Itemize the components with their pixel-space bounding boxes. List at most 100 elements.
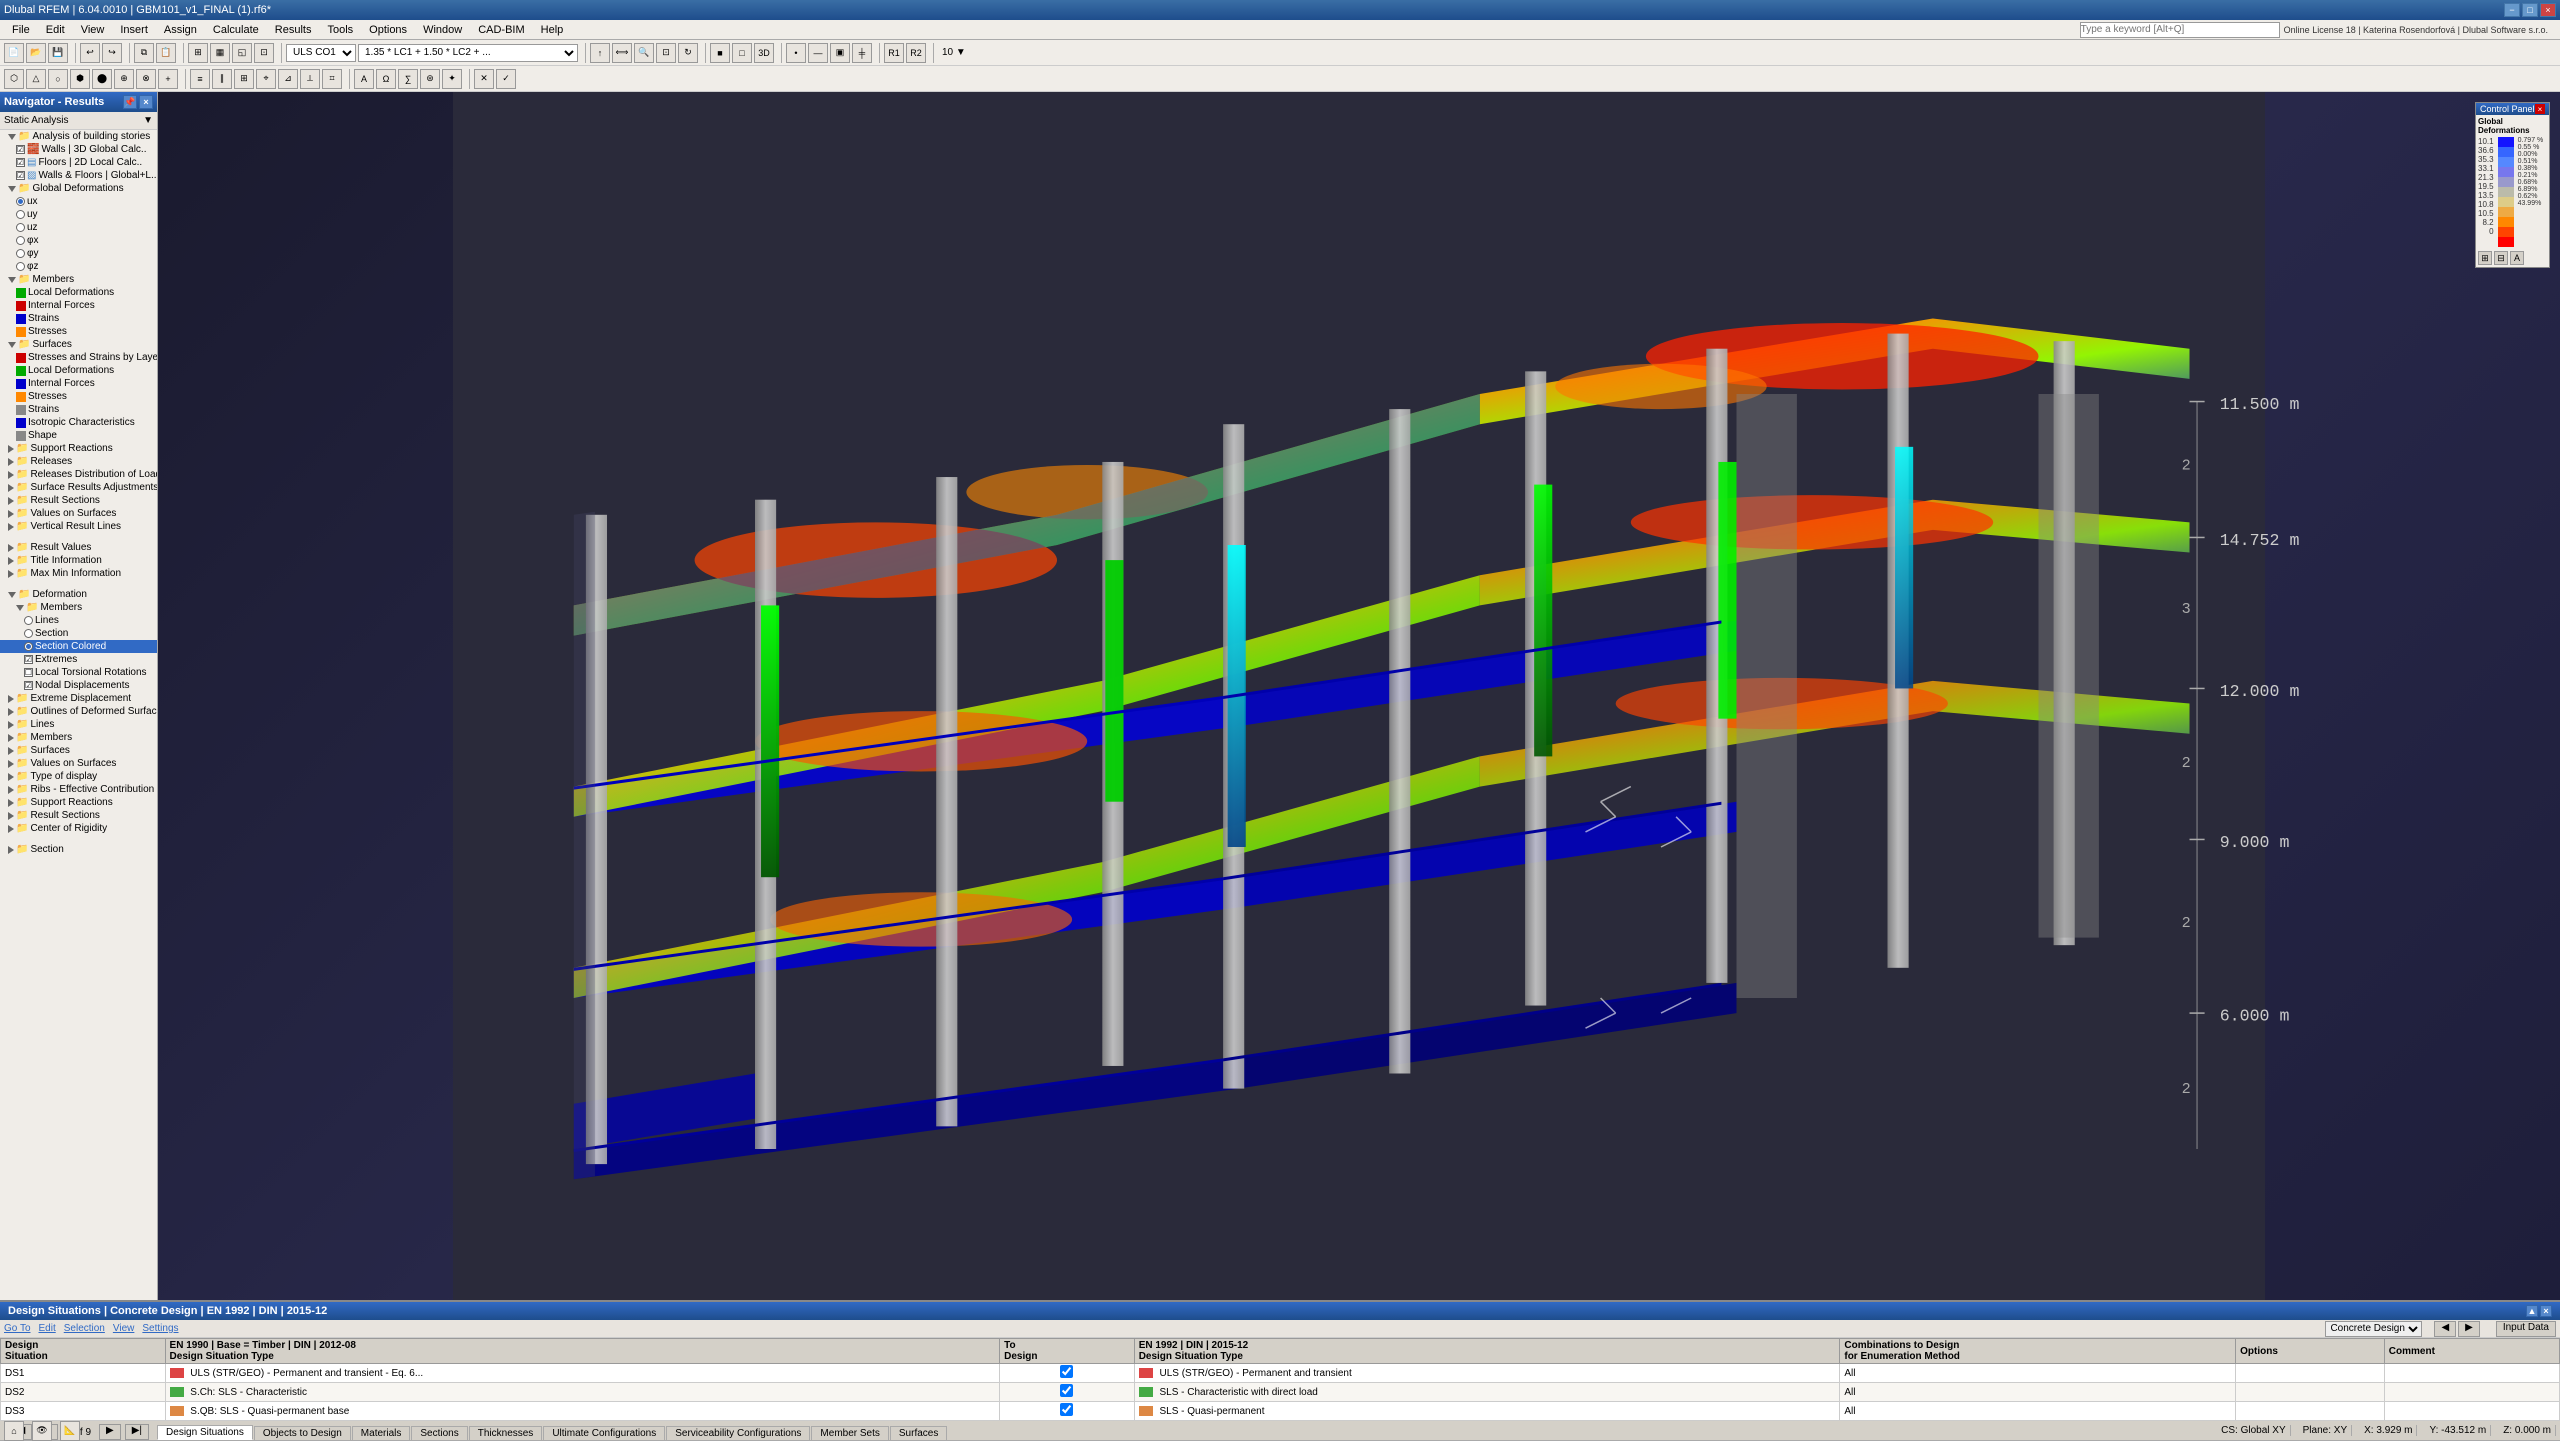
nav-extreme-displacement[interactable]: 📁Extreme Displacement — [0, 692, 157, 705]
tb2-delete[interactable]: ✕ — [474, 69, 494, 89]
nav-members-strains[interactable]: Strains — [0, 312, 157, 325]
maximize-button[interactable]: □ — [2522, 3, 2538, 17]
nav-surfaces-strains[interactable]: Strains — [0, 403, 157, 416]
tb-3d[interactable]: 3D — [754, 43, 774, 63]
tb2-5[interactable]: ⬤ — [92, 69, 112, 89]
nav-members-stresses[interactable]: Stresses — [0, 325, 157, 338]
bottom-pin-btn[interactable]: ▲ — [2526, 1305, 2538, 1317]
nav-surfaces-stresses[interactable]: Stresses — [0, 390, 157, 403]
tab-objects-design[interactable]: Objects to Design — [254, 1426, 351, 1440]
tb-zoom[interactable]: 🔍 — [634, 43, 654, 63]
nav-def-members[interactable]: 📁Members — [0, 601, 157, 614]
nav-support-reactions2[interactable]: 📁Support Reactions — [0, 796, 157, 809]
menu-help[interactable]: Help — [533, 22, 572, 38]
nav-members[interactable]: 📁Members — [0, 273, 157, 286]
nav-result-values[interactable]: 📁Result Values — [0, 541, 157, 554]
tb-surface[interactable]: ▣ — [830, 43, 850, 63]
tb-result2[interactable]: R2 — [906, 43, 926, 63]
tb2-18[interactable]: ∑ — [398, 69, 418, 89]
nav-ux[interactable]: ux — [0, 195, 157, 208]
tb2-13[interactable]: ⊿ — [278, 69, 298, 89]
tb-render[interactable]: ■ — [710, 43, 730, 63]
cp-btn-1[interactable]: ⊞ — [2478, 251, 2492, 265]
nav-uz[interactable]: uz — [0, 221, 157, 234]
nav-def-section-colored[interactable]: Section Colored — [0, 640, 157, 653]
tab-thicknesses[interactable]: Thicknesses — [469, 1426, 543, 1440]
nav-lines[interactable]: 📁Lines — [0, 718, 157, 731]
tb-undo[interactable]: ↩ — [80, 43, 100, 63]
nav-section[interactable]: 📁Section — [0, 843, 157, 856]
menu-view[interactable]: View — [73, 22, 113, 38]
nav-def-lines[interactable]: Lines — [0, 614, 157, 627]
nav-settings[interactable]: Settings — [142, 1323, 178, 1334]
nav-surfaces-shape[interactable]: Shape — [0, 429, 157, 442]
nav-surfaces-local-def[interactable]: Local Deformations — [0, 364, 157, 377]
nav-walls-3d[interactable]: ☑🧱Walls | 3D Global Calc.. — [0, 143, 157, 156]
nav-phiy[interactable]: φy — [0, 247, 157, 260]
menu-file[interactable]: File — [4, 22, 38, 38]
status-ruler-icon[interactable]: 📐 — [60, 1421, 80, 1441]
load-combo-select[interactable]: ULS CO1 — [286, 44, 356, 62]
tab-member-sets[interactable]: Member Sets — [811, 1426, 888, 1440]
nav-surfaces[interactable]: 📁Surfaces — [0, 338, 157, 351]
tb-view2[interactable]: ▦ — [210, 43, 230, 63]
tb-arrows2[interactable]: ⟺ — [612, 43, 632, 63]
tb2-14[interactable]: ⟂ — [300, 69, 320, 89]
nav-support-reactions[interactable]: 📁Support Reactions — [0, 442, 157, 455]
tb-view3[interactable]: ◱ — [232, 43, 252, 63]
tb2-6[interactable]: ⊕ — [114, 69, 134, 89]
cp-close-btn[interactable]: × — [2535, 104, 2545, 114]
menu-insert[interactable]: Insert — [112, 22, 156, 38]
nav-pin-btn[interactable]: 📌 — [123, 95, 137, 109]
tb2-7[interactable]: ⊗ — [136, 69, 156, 89]
cp-btn-2[interactable]: ⊟ — [2494, 251, 2508, 265]
cp-btn-3[interactable]: A — [2510, 251, 2524, 265]
tb2-4[interactable]: ⬢ — [70, 69, 90, 89]
nav-title-information[interactable]: 📁Title Information — [0, 554, 157, 567]
nav-vertical-result-lines[interactable]: 📁Vertical Result Lines — [0, 520, 157, 533]
nav-center-rigidity[interactable]: 📁Center of Rigidity — [0, 822, 157, 835]
nav-view[interactable]: View — [113, 1323, 135, 1334]
nav-uy[interactable]: uy — [0, 208, 157, 221]
menu-cad-bim[interactable]: CAD-BIM — [470, 22, 532, 38]
nav-def-nodal-disp[interactable]: ☑Nodal Displacements — [0, 679, 157, 692]
close-button[interactable]: × — [2540, 3, 2556, 17]
page-next-btn[interactable]: ▶ — [99, 1424, 121, 1440]
nav-phiz[interactable]: φz — [0, 260, 157, 273]
nav-values-surfaces[interactable]: 📁Values on Surfaces — [0, 507, 157, 520]
tb2-12[interactable]: ⌖ — [256, 69, 276, 89]
nav-surface-results-adj[interactable]: 📁Surface Results Adjustments — [0, 481, 157, 494]
3d-viewport[interactable]: 11.500 m 14.752 m 12.000 m 9.000 m 6.000… — [158, 92, 2560, 1300]
tb2-11[interactable]: ⊞ — [234, 69, 254, 89]
tb2-17[interactable]: Ω — [376, 69, 396, 89]
page-last-btn[interactable]: ▶| — [125, 1424, 149, 1440]
menu-calculate[interactable]: Calculate — [205, 22, 267, 38]
tb-copy[interactable]: ⧉ — [134, 43, 154, 63]
nav-analysis-dropdown[interactable]: Static Analysis ▼ — [0, 112, 157, 130]
menu-options[interactable]: Options — [361, 22, 415, 38]
tb2-2[interactable]: △ — [26, 69, 46, 89]
tb-rotate[interactable]: ↻ — [678, 43, 698, 63]
checkbox-ds3[interactable] — [1060, 1403, 1073, 1416]
tb-result1[interactable]: R1 — [884, 43, 904, 63]
tab-surfaces[interactable]: Surfaces — [890, 1426, 947, 1440]
nav-close-btn[interactable]: × — [139, 95, 153, 109]
search-input[interactable] — [2080, 22, 2280, 38]
nav-ribs[interactable]: 📁Ribs - Effective Contribution on Surf.. — [0, 783, 157, 796]
nav-phix[interactable]: φx — [0, 234, 157, 247]
tb-save[interactable]: 💾 — [48, 43, 68, 63]
menu-results[interactable]: Results — [267, 22, 320, 38]
nav-type-display[interactable]: 📁Type of display — [0, 770, 157, 783]
tb2-9[interactable]: ≡ — [190, 69, 210, 89]
prev-btn[interactable]: ◀ — [2434, 1321, 2456, 1337]
tb2-8[interactable]: + — [158, 69, 178, 89]
combo-values-select[interactable]: 1.35 * LC1 + 1.50 * LC2 + ... — [358, 44, 578, 62]
nav-surfaces2[interactable]: 📁Surfaces — [0, 744, 157, 757]
status-view-icon[interactable]: 👁 — [32, 1421, 52, 1441]
tb2-accept[interactable]: ✓ — [496, 69, 516, 89]
tb-wire[interactable]: □ — [732, 43, 752, 63]
menu-window[interactable]: Window — [415, 22, 470, 38]
checkbox-ds1[interactable] — [1060, 1365, 1073, 1378]
tb-arrow[interactable]: ↑ — [590, 43, 610, 63]
tab-ultimate[interactable]: Ultimate Configurations — [543, 1426, 665, 1440]
